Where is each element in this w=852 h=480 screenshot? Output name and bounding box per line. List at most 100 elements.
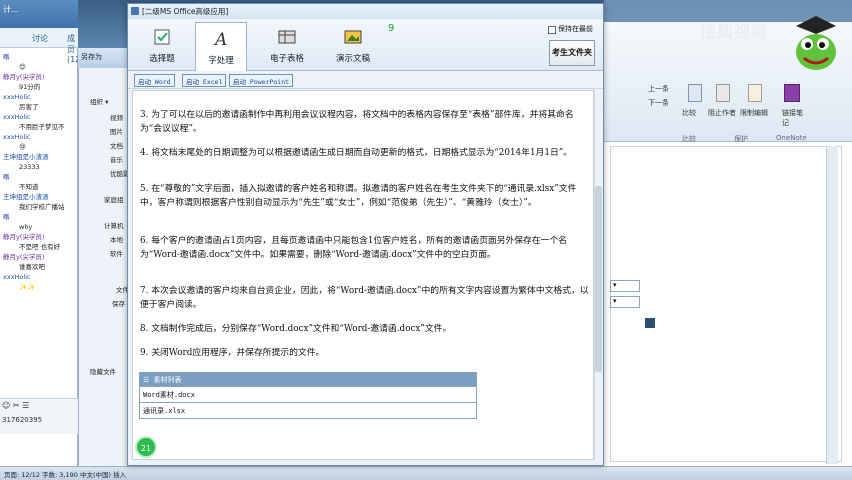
compare-icon [688, 84, 702, 102]
material-file[interactable]: Word素材.docx [139, 386, 477, 403]
homegroup[interactable]: 家庭组 [104, 194, 124, 204]
lock-icon [748, 84, 762, 102]
word-document-page[interactable] [610, 146, 842, 462]
question-step-6: 6. 每个客户的邀请函占1页内容，且每页邀请函中只能包含1位客户姓名，所有的邀请… [140, 236, 568, 260]
checkbox-icon [154, 29, 170, 45]
onenote-group-label: OneNote [776, 134, 807, 142]
question-step-9: 9. 关闭Word应用程序，并保存所提示的文件。 [140, 348, 325, 358]
question-step-3: 3. 为了可以在以后的邀请函制作中再利用会议议程内容，将文档中的表格内容保存至“… [140, 110, 574, 134]
material-file[interactable]: 通讯录.xlsx [139, 402, 477, 419]
cursor-marker [645, 318, 655, 328]
word-scrollbar[interactable] [826, 146, 838, 464]
chat-user: 静月y(尖学员) [3, 233, 45, 241]
question-step-5: 5. 在“尊敬的”文字后面，插入拟邀请的客户姓名和称谓。拟邀请的客户姓名在考生文… [140, 184, 577, 208]
chat-user: 静月y(尖学员) [3, 73, 45, 81]
savetype-combobox[interactable]: ▾ [610, 296, 640, 308]
protect-group-label: 保护 [734, 135, 748, 143]
svg-text:A: A [213, 30, 227, 46]
chat-tabs: 讨论 成员(12 [0, 28, 80, 64]
remaining-counter: 9 [388, 23, 395, 34]
chat-message: 91分的 [19, 83, 41, 91]
compare-button[interactable]: 比较 [682, 108, 696, 118]
question-step-4: 4. 将文档末尾处的日期调整为可以根据邀请函生成日期而自动更新的格式，日期格式显… [140, 148, 573, 158]
scrollbar-thumb[interactable] [595, 186, 602, 372]
keep-on-top-checkbox[interactable] [548, 26, 556, 34]
chat-message: ✨✨ [19, 283, 36, 291]
chat-message: 😊 [19, 63, 26, 71]
tab-label: 演示文稿 [335, 54, 370, 64]
filename-combobox[interactable]: ▾ [610, 280, 640, 292]
tab-label: 字处理 [208, 56, 234, 66]
chat-message: 23333 [19, 163, 40, 171]
chat-toolbar-icons[interactable]: ☺ ✂ ☰ [2, 401, 76, 410]
question-step-8: 8. 文档制作完成后，分别保存“Word.docx”文件和“Word-邀请函.d… [140, 324, 452, 334]
organize-button[interactable]: 组织 ▾ [90, 96, 108, 106]
compare-group-label: 比较 [682, 135, 696, 143]
chat-message: 不知道 [19, 183, 39, 191]
software-disk[interactable]: 软件 [110, 248, 123, 258]
word-status-bar: 页面: 12/12 字数: 3,190 中文(中国) 插入 [0, 466, 852, 480]
chat-user: xxxHolic [3, 133, 31, 141]
folder-music[interactable]: 音乐 [110, 154, 123, 164]
watermark-logo: 搜狐视频 [700, 22, 769, 41]
tab-choice-questions[interactable]: 选择题 [136, 22, 188, 70]
mascot-frog-icon [796, 16, 836, 70]
hide-folders-toggle[interactable]: 隐藏文件 [90, 366, 116, 376]
computer[interactable]: 计算机 [104, 220, 124, 230]
chat-room-id: 317620395 [2, 416, 43, 424]
folder-documents[interactable]: 文档 [110, 140, 123, 150]
prev-change-button[interactable]: 上一条 [648, 84, 669, 94]
folder-pictures[interactable]: 图片 [110, 126, 123, 136]
spreadsheet-icon [278, 30, 296, 44]
materials-header: ☰ 素材列表 [139, 372, 477, 387]
chat-header-label: 计... [3, 5, 19, 14]
folder-videos[interactable]: 视频 [110, 112, 123, 122]
launch-excel-button[interactable]: 启动 Excel [182, 74, 227, 87]
chat-user: 略 [3, 53, 10, 61]
chat-message: 谁喜欢吧 [19, 263, 45, 271]
tab-spreadsheet[interactable]: 电子表格 [253, 22, 321, 70]
examinee-folder-button[interactable]: 考生文件夹 [549, 40, 595, 66]
savetype-label: 保存 [112, 300, 125, 308]
save-as-title: 另存为 [78, 48, 128, 68]
block-authors-icon [716, 84, 730, 102]
chat-message: why [19, 223, 33, 231]
linked-notes-button[interactable]: 链接笔记 [782, 108, 806, 128]
local-disk[interactable]: 本地 [110, 234, 123, 244]
chat-message: 不是吧 也有好 [19, 243, 61, 251]
next-change-button[interactable]: 下一条 [648, 98, 669, 108]
chat-message-list: 略 😊 静月y(尖学员) 91分的 xxxHolic 厉害了 xxxHolic … [0, 52, 78, 392]
chat-user: xxxHolic [3, 273, 31, 281]
tab-presentation[interactable]: 演示文稿 [327, 22, 379, 70]
dialog-title: [二级MS Office高级应用] [128, 4, 603, 19]
tab-discussion[interactable]: 讨论 [32, 33, 48, 44]
launch-word-button[interactable]: 启动 Word [134, 74, 175, 87]
app-icon [131, 7, 139, 15]
chat-message: 我们学校广播站 [19, 203, 65, 211]
materials-table: ☰ 素材列表 Word素材.docx 通讯录.xlsx [139, 372, 477, 419]
chat-user: xxxHolic [3, 113, 31, 121]
tab-label: 选择题 [149, 54, 175, 64]
launch-powerpoint-button[interactable]: 启动 PowerPoint [229, 74, 294, 87]
onenote-icon [784, 84, 800, 102]
chat-user: 王坤组是小渣渣 [3, 193, 49, 201]
page-number-badge: 21 [135, 436, 157, 458]
chat-message: 😢 [19, 143, 26, 151]
chat-user: 略 [3, 173, 10, 181]
keep-on-top-label: 保持在最前 [558, 25, 593, 33]
question-step-7: 7. 本次会议邀请的客户均来自台资企业，因此，将“Word-邀请函.docx”中… [140, 286, 589, 310]
chat-input-area[interactable]: ☺ ✂ ☰ 317620395 [0, 398, 78, 434]
chat-panel: 计... 讨论 成员(12 略 😊 静月y(尖学员) 91分的 xxxHolic… [0, 0, 80, 480]
restrict-editing-button[interactable]: 限制编辑 [740, 108, 768, 118]
block-authors-button[interactable]: 阻止作者 [708, 108, 736, 118]
chat-header: 计... [0, 0, 78, 28]
chat-message: 不用脸子梦见不 [19, 123, 65, 131]
chat-message: 厉害了 [19, 103, 39, 111]
chat-user: xxxHolic [3, 93, 31, 101]
tab-word-processing[interactable]: A 字处理 [195, 22, 247, 72]
chat-user: 略 [3, 213, 10, 221]
slide-icon [344, 30, 362, 44]
text-a-icon: A [213, 30, 227, 46]
chat-user: 静月y(尖学员) [3, 253, 45, 261]
chat-user: 王坤组是小渣渣 [3, 153, 49, 161]
